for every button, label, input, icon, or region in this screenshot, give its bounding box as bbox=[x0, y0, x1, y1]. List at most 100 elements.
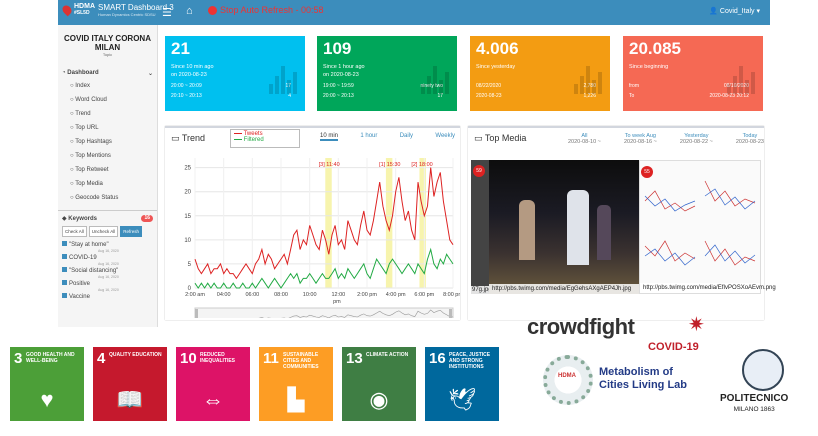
sidebar-item-geocode-status[interactable]: ○ Geocode Status bbox=[58, 192, 157, 206]
sidebar-item-index[interactable]: ○ Index bbox=[58, 80, 157, 94]
chevron-down-icon: ⌄ bbox=[147, 71, 153, 77]
stat-row-label: To bbox=[629, 93, 635, 99]
stat-row-label: 19:00 ~ 19:59 bbox=[323, 83, 354, 89]
media-tab-date: 2020-08-23 bbox=[735, 139, 764, 145]
sdg-label: REDUCED INEQUALITIES bbox=[200, 352, 236, 364]
keywords-label: Keywords bbox=[68, 216, 97, 222]
sdg-label: PEACE, JUSTICE AND STRONG INSTITUTIONS bbox=[449, 352, 491, 370]
media-url-2[interactable]: http://pbs.twimg.com/media/EfIvPOSXoAEvm… bbox=[640, 283, 776, 293]
media-image-police[interactable]: http://pbs.twimg.com/media/EgGehsAXgAEP4… bbox=[489, 160, 639, 294]
stat-card: 4.006 Since yesterday 08/22/2020 2,780 2020-… bbox=[470, 36, 610, 111]
sidebar-item-top-mentions[interactable]: ○ Top Mentions bbox=[58, 150, 157, 164]
sdg-tile-16: 16 PEACE, JUSTICE AND STRONG INSTITUTIONS… bbox=[425, 347, 499, 421]
media-url-left[interactable]: 97g.jpg bbox=[471, 286, 492, 294]
sdg-label: GOOD HEALTH AND WELL-BEING bbox=[26, 352, 75, 364]
keyword-checkbox[interactable] bbox=[62, 241, 67, 246]
keyword-checkbox[interactable] bbox=[62, 293, 67, 298]
media-tab[interactable]: Today 2020-08-23 bbox=[736, 133, 764, 145]
sidebar-item-label: Top Mentions bbox=[75, 153, 111, 159]
stat-period: Since 1 hour ago on 2020-08-23 bbox=[323, 63, 365, 79]
uncheck-all-button[interactable]: Uncheck All bbox=[88, 226, 119, 237]
stat-bars-icon bbox=[574, 66, 602, 94]
sidebar-item-label: Top URL bbox=[75, 125, 99, 131]
sidebar-item-word-cloud[interactable]: ○ Word Cloud bbox=[58, 94, 157, 108]
mcl-logo-text: Metabolism of Cities Living Lab bbox=[599, 366, 688, 391]
keyword-item[interactable]: "Social distancing" bbox=[58, 266, 157, 275]
sidebar-item-top-media[interactable]: ○ Top Media bbox=[58, 178, 157, 192]
stat-card: 109 Since 1 hour ago on 2020-08-23 19:00 ~ … bbox=[317, 36, 457, 111]
sdg-label: QUALITY EDUCATION bbox=[109, 352, 162, 358]
navigator-handle[interactable] bbox=[449, 309, 452, 318]
sdg-icon: 🕊 bbox=[448, 387, 476, 412]
sdg-tile-11: 11 SUSTAINABLE CITIES AND COMMUNITIES ▙ bbox=[259, 347, 333, 421]
sidebar-item-top-hashtags[interactable]: ○ Top Hashtags bbox=[58, 136, 157, 150]
sidebar-title: COVID ITALY CORONA MILAN bbox=[64, 34, 151, 52]
trend-tab[interactable]: 1 hour bbox=[360, 133, 377, 141]
keywords-header[interactable]: ◆ Keywords 16 bbox=[58, 210, 157, 226]
sdg-tile-10: 10 REDUCED INEQUALITIES ⇔ bbox=[176, 347, 250, 421]
navigator-handle[interactable] bbox=[195, 309, 198, 318]
stat-row-label: 20:00 ~ 20:13 bbox=[323, 93, 354, 99]
stop-refresh-button[interactable]: Stop Auto Refresh - 00:58 bbox=[208, 5, 324, 15]
sdg-label: CLIMATE ACTION bbox=[366, 352, 409, 358]
sdg-number: 11 bbox=[263, 350, 279, 367]
covid-logo-text: COVID-19 bbox=[648, 341, 699, 353]
sidebar-item-label: Trend bbox=[75, 111, 91, 117]
media-image-charts[interactable]: 55 http://pbs.twimg.com/media/EfIvPOSXoA… bbox=[639, 160, 776, 294]
keyword-text: COVID-19 bbox=[69, 255, 97, 261]
user-menu[interactable]: 👤 Covid_Italy ▾ bbox=[709, 7, 760, 15]
stat-row-label: from bbox=[629, 83, 639, 89]
polimi-seal-icon bbox=[742, 349, 784, 391]
keyword-checkbox[interactable] bbox=[62, 254, 67, 259]
stat-row-label: 08/22/2020 bbox=[476, 83, 502, 89]
x-tick-label: 04:00 bbox=[217, 292, 231, 298]
y-tick-label: 20 bbox=[184, 190, 191, 196]
keyword-item[interactable]: COVID-19 bbox=[58, 253, 157, 262]
virus-icon: ✷ bbox=[688, 314, 705, 336]
x-tick-label: 08:00 bbox=[274, 292, 288, 298]
stat-row-label: 2020-08-23 bbox=[476, 93, 502, 99]
chart-icon: ▭ bbox=[171, 133, 182, 143]
x-tick-label: 06:00 bbox=[245, 292, 259, 298]
stat-bars-icon bbox=[421, 66, 449, 94]
stat-value: 21 bbox=[171, 39, 190, 58]
keyword-item[interactable]: Positive bbox=[58, 279, 157, 288]
home-icon[interactable]: ⌂ bbox=[186, 5, 193, 17]
stat-card: 20.085 Since beginning from 08/10/2020 To 202… bbox=[623, 36, 763, 111]
trend-tab[interactable]: Daily bbox=[400, 133, 413, 141]
sdg-tile-4: 4 QUALITY EDUCATION 📖 bbox=[93, 347, 167, 421]
refresh-button[interactable]: Refresh bbox=[120, 226, 143, 237]
media-thumb-left[interactable]: 59 97g.jpg bbox=[471, 160, 492, 294]
highlight-band bbox=[325, 158, 332, 288]
trend-chart[interactable]: 05101520252:00 am 04:00 06:00 08:00 10:00 12:… bbox=[165, 148, 460, 318]
check-all-button[interactable]: Check All bbox=[62, 226, 87, 237]
trend-tab[interactable]: Weekly bbox=[435, 133, 455, 141]
sidebar-dashboard[interactable]: ◔ Dashboard ⌄ bbox=[58, 67, 157, 80]
media-figure bbox=[597, 205, 611, 260]
media-tab[interactable]: All 2020-08-10 ~ bbox=[568, 133, 601, 145]
keyword-checkbox[interactable] bbox=[62, 267, 67, 272]
sdg-icon: 📖 bbox=[116, 387, 144, 412]
menu-toggle-icon[interactable]: ☰ bbox=[162, 6, 172, 19]
sdg-icon: ♥ bbox=[40, 387, 54, 412]
legend-filtered: Filtered bbox=[243, 137, 264, 143]
series-line-tweets bbox=[194, 167, 454, 280]
sidebar-item-label: Top Hashtags bbox=[75, 139, 112, 145]
trend-tab[interactable]: 10 min bbox=[320, 133, 339, 141]
media-url-1[interactable]: http://pbs.twimg.com/media/EgGehsAXgAEP4… bbox=[489, 284, 639, 294]
stat-row-label: 20:10 ~ 20:13 bbox=[171, 93, 202, 99]
sidebar-item-label: Top Retweet bbox=[75, 167, 109, 173]
app-logo[interactable]: HDMA #SL5D SMART Dashboard 3 Human Dynam… bbox=[60, 3, 174, 17]
keyword-item[interactable]: "Stay at home" bbox=[58, 240, 157, 249]
sidebar-item-top-retweet[interactable]: ○ Top Retweet bbox=[58, 164, 157, 178]
y-tick-label: 15 bbox=[184, 214, 191, 220]
media-tab[interactable]: Yesterday 2020-08-22 ~ bbox=[680, 133, 713, 145]
y-tick-label: 10 bbox=[184, 238, 191, 244]
sidebar-item-top-url[interactable]: ○ Top URL bbox=[58, 122, 157, 136]
keyword-checkbox[interactable] bbox=[62, 280, 67, 285]
sidebar-item-trend[interactable]: ○ Trend bbox=[58, 108, 157, 122]
media-tab-date: 2020-08-22 ~ bbox=[679, 139, 713, 145]
x-tick-label: 10:00 bbox=[303, 292, 317, 298]
keyword-item[interactable]: Vaccine bbox=[58, 292, 157, 301]
media-tab[interactable]: To week Aug 2020-08-16 ~ bbox=[624, 133, 657, 145]
